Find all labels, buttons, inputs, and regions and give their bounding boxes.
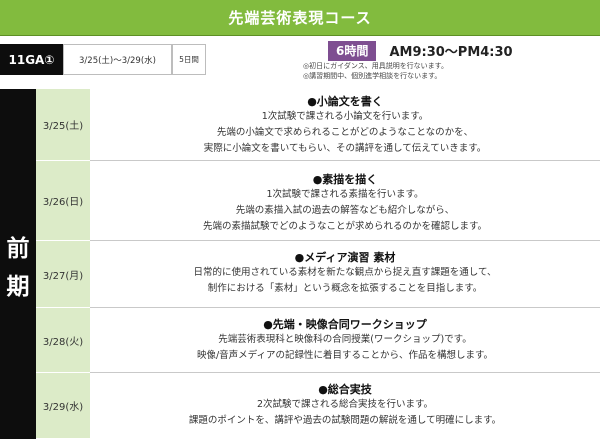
period-label-char: 期 xyxy=(6,274,30,300)
session-content: ●メディア演習 素材 日常的に使用されている素材を新たな観点から捉え直す課題を通… xyxy=(90,241,600,308)
session-line: 2次試験で課される総合実技を行います。 xyxy=(256,399,434,410)
session-date: 3/27(月) xyxy=(36,241,90,308)
session-line: 1次試験で課される素描を行います。 xyxy=(266,189,424,200)
session-title: ●先端・映像合同ワークショップ xyxy=(263,318,427,331)
course-note: ◎講習期間中、個別進学相談を行ないます。 xyxy=(303,71,442,80)
hours-badge: 6時間 xyxy=(328,40,377,61)
session-content: ●小論文を書く 1次試験で課される小論文を行います。 先端の小論文で求められるこ… xyxy=(90,89,600,161)
session-line: 課題のポイントを、講評や過去の試験問題の解説を通して明確にします。 xyxy=(188,415,502,426)
course-title: 先端芸術表現コース xyxy=(0,0,600,36)
session-line: 実際に小論文を書いてもらい、その講評を通して伝えていきます。 xyxy=(203,143,487,154)
session-line: 制作における「素材」という概念を拡張することを目指します。 xyxy=(207,283,483,294)
session-line: 先端の小論文で求められることがどのようなことなのかを、 xyxy=(216,127,474,138)
session-title: ●総合実技 xyxy=(318,383,372,396)
session-date: 3/29(水) xyxy=(36,373,90,439)
session-date: 3/26(日) xyxy=(36,161,90,241)
session-line: 先端芸術表現科と映像科の合同授業(ワークショップ)です。 xyxy=(218,334,472,345)
schedule-table: 前 期 3/25(土) ●小論文を書く 1次試験で課される小論文を行います。 先… xyxy=(0,89,600,439)
course-time: AM9:30〜PM4:30 xyxy=(389,45,513,60)
session-line: 日常的に使用されている素材を新たな観点から捉え直す課題を通して、 xyxy=(193,267,497,278)
course-info-row: 11GA① 3/25(土)〜3/29(水) 5日間 6時間 AM9:30〜PM4… xyxy=(0,36,600,83)
course-note: ◎初日にガイダンス、用具説明を行ないます。 xyxy=(303,61,448,70)
course-schedule: 先端芸術表現コース 11GA① 3/25(土)〜3/29(水) 5日間 6時間 … xyxy=(0,0,600,439)
period-label-char: 前 xyxy=(6,236,30,262)
course-code: 11GA① xyxy=(0,44,63,75)
period-label: 前 期 xyxy=(0,89,36,439)
session-content: ●先端・映像合同ワークショップ 先端芸術表現科と映像科の合同授業(ワークショップ… xyxy=(90,308,600,373)
session-date: 3/28(火) xyxy=(36,308,90,373)
session-line: 1次試験で課される小論文を行います。 xyxy=(261,111,429,122)
session-content: ●総合実技 2次試験で課される総合実技を行います。 課題のポイントを、講評や過去… xyxy=(90,373,600,439)
course-days: 5日間 xyxy=(172,44,206,75)
session-date: 3/25(土) xyxy=(36,89,90,161)
session-line: 先端の素描入試の過去の解答なども紹介しながら、 xyxy=(235,205,455,216)
course-dates: 3/25(土)〜3/29(水) xyxy=(63,44,172,75)
session-content: ●素描を描く 1次試験で課される素描を行います。 先端の素描入試の過去の解答など… xyxy=(90,161,600,241)
session-title: ●素描を描く xyxy=(312,173,378,186)
session-line: 先端の素描試験でどのようなことが求められるのかを確認します。 xyxy=(202,221,488,232)
session-title: ●メディア演習 素材 xyxy=(294,251,396,264)
session-title: ●小論文を書く xyxy=(307,95,383,108)
course-time-block: 6時間 AM9:30〜PM4:30 ◎初日にガイダンス、用具説明を行ないます。 … xyxy=(303,40,598,81)
session-line: 映像/音声メディアの記録性に着目することから、作品を構想します。 xyxy=(196,350,494,361)
